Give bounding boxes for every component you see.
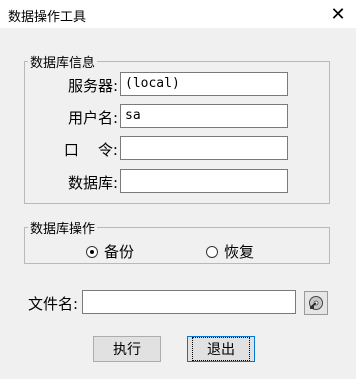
restore-radio-label: 恢复 bbox=[224, 243, 255, 261]
exit-button[interactable]: 退出 bbox=[187, 336, 255, 362]
disk-browse-icon bbox=[309, 296, 323, 310]
filename-label: 文件名: bbox=[27, 295, 78, 313]
browse-button[interactable] bbox=[304, 291, 328, 315]
password-input[interactable] bbox=[120, 136, 288, 160]
username-label: 用户名: bbox=[67, 109, 118, 127]
radio-unchecked-icon bbox=[206, 245, 218, 258]
username-input[interactable]: sa bbox=[120, 104, 288, 128]
database-label: 数据库: bbox=[67, 174, 118, 192]
close-icon: ✕ bbox=[330, 3, 346, 25]
exit-button-label: 退出 bbox=[192, 337, 250, 361]
title-bar: 数据操作工具 ✕ bbox=[0, 0, 356, 28]
backup-radio-label: 备份 bbox=[104, 243, 135, 261]
server-label: 服务器: bbox=[67, 77, 118, 95]
db-ops-legend: 数据库操作 bbox=[30, 222, 96, 237]
backup-radio[interactable]: 备份 bbox=[86, 241, 134, 262]
restore-radio[interactable]: 恢复 bbox=[206, 241, 254, 262]
close-button[interactable]: ✕ bbox=[320, 0, 356, 28]
db-ops-group: 数据库操作 bbox=[24, 218, 330, 264]
execute-button[interactable]: 执行 bbox=[93, 336, 161, 362]
main-window: 数据操作工具 ✕ 数据库信息 服务器: (local) 用户名: sa 口 令:… bbox=[0, 0, 356, 379]
database-input[interactable] bbox=[120, 169, 288, 193]
filename-input[interactable] bbox=[82, 290, 296, 314]
db-info-legend: 数据库信息 bbox=[30, 56, 96, 71]
window-title: 数据操作工具 bbox=[8, 10, 87, 25]
radio-checked-icon bbox=[86, 245, 98, 258]
execute-button-label: 执行 bbox=[113, 342, 141, 358]
password-label: 口 令: bbox=[63, 141, 118, 159]
server-input[interactable]: (local) bbox=[120, 72, 288, 96]
